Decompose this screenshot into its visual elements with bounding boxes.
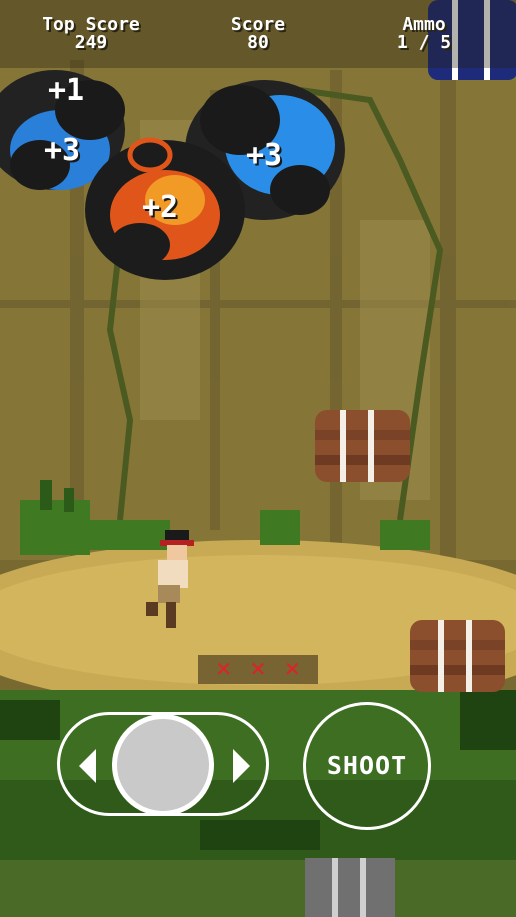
score-popup: +3	[246, 138, 283, 173]
arrow-left-icon[interactable]	[79, 749, 96, 783]
life-lost-icon: ✕	[249, 657, 267, 681]
ammo: Ammo 1 / 5	[354, 16, 494, 52]
move-joystick-knob[interactable]	[112, 714, 214, 816]
lives-indicator: ✕ ✕ ✕	[198, 655, 318, 684]
score-popup: +1	[48, 73, 85, 108]
arrow-right-icon[interactable]	[233, 749, 250, 783]
top-score: Top Score 249	[21, 16, 161, 52]
top-score-value: 249	[74, 32, 108, 53]
score-popup: +2	[142, 190, 179, 225]
life-lost-icon: ✕	[284, 657, 301, 681]
score-value: 80	[247, 32, 269, 53]
shoot-button[interactable]: SHOOT	[303, 702, 431, 830]
ammo-value: 1 / 5	[396, 32, 452, 53]
score: Score 80	[188, 16, 328, 52]
score-popup: +3	[44, 133, 81, 168]
life-lost-icon: ✕	[215, 657, 232, 681]
hud-bar: Top Score 249 Score 80 Ammo 1 / 5	[0, 0, 516, 68]
